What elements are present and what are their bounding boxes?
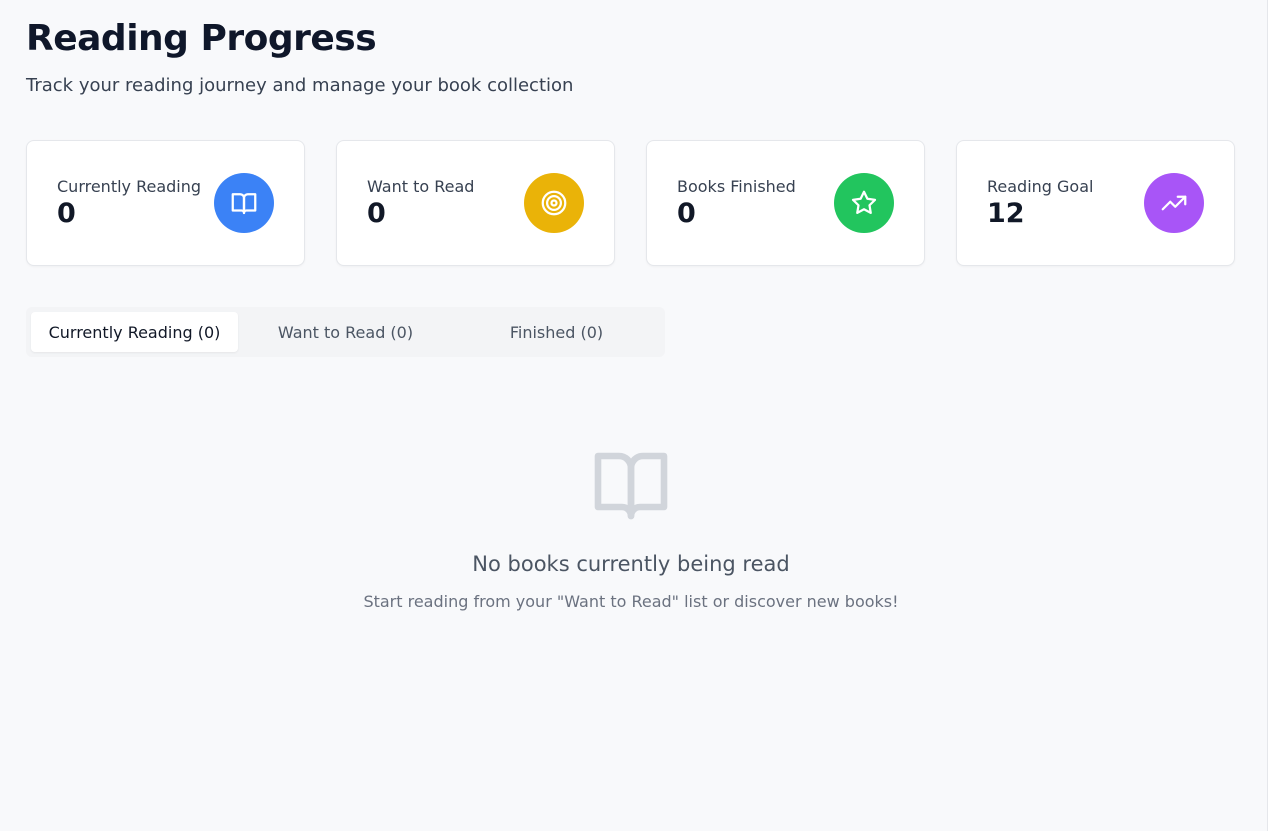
stat-card-reading-goal: Reading Goal 12 — [956, 140, 1235, 266]
empty-state-description: Start reading from your "Want to Read" l… — [363, 592, 899, 611]
book-open-icon — [214, 173, 274, 233]
stat-value: 12 — [987, 198, 1025, 229]
book-open-icon — [592, 450, 670, 526]
tab-finished[interactable]: Finished (0) — [453, 312, 660, 352]
stat-card-currently-reading: Currently Reading 0 — [26, 140, 305, 266]
scrollbar[interactable] — [1267, 0, 1281, 831]
empty-state-title: No books currently being read — [472, 552, 790, 576]
stat-label: Currently Reading — [57, 177, 202, 196]
stat-card-books-finished: Books Finished 0 — [646, 140, 925, 266]
stat-label: Reading Goal — [987, 177, 1094, 196]
target-icon — [524, 173, 584, 233]
stat-value: 0 — [367, 198, 386, 229]
stat-value: 0 — [57, 198, 76, 229]
trending-up-icon — [1144, 173, 1204, 233]
tab-bar: Currently Reading (0) Want to Read (0) F… — [26, 307, 665, 357]
stat-label: Want to Read — [367, 177, 475, 196]
stats-row: Currently Reading 0 Want to Read 0 Books… — [26, 140, 1235, 266]
stat-label: Books Finished — [677, 177, 796, 196]
stat-card-want-to-read: Want to Read 0 — [336, 140, 615, 266]
page-subtitle: Track your reading journey and manage yo… — [26, 75, 574, 96]
reading-progress-page: Reading Progress Track your reading jour… — [0, 0, 1267, 831]
tab-currently-reading[interactable]: Currently Reading (0) — [31, 312, 238, 352]
page-title: Reading Progress — [26, 18, 377, 59]
empty-state: No books currently being read Start read… — [26, 450, 1236, 611]
tab-want-to-read[interactable]: Want to Read (0) — [242, 312, 449, 352]
star-icon — [834, 173, 894, 233]
stat-value: 0 — [677, 198, 696, 229]
